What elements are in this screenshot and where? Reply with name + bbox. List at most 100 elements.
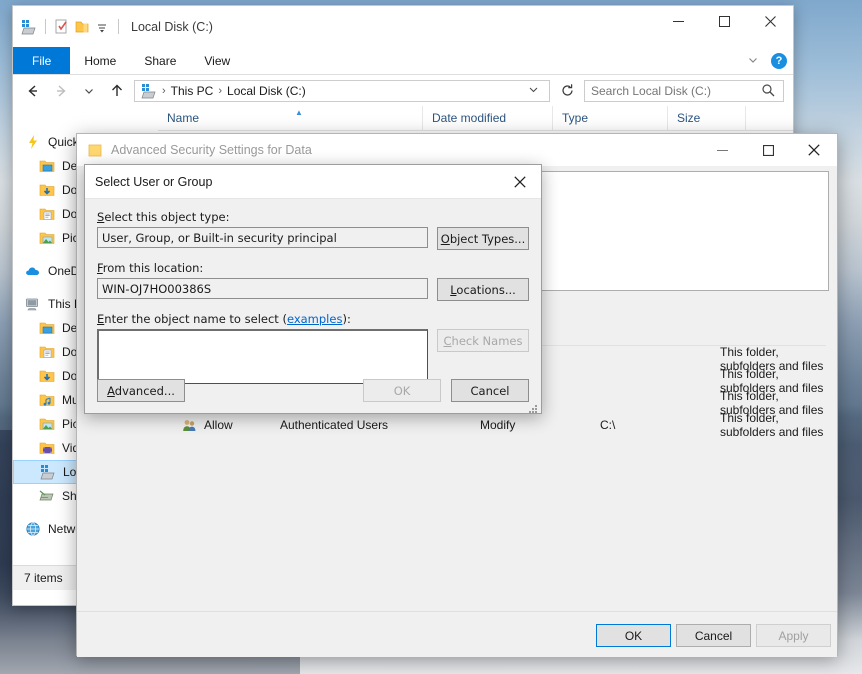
folder-icon (87, 142, 103, 158)
ribbon-right-controls: ? (746, 47, 787, 75)
select-user-dialog-title: Select User or Group (95, 174, 213, 189)
local-disk-icon (141, 83, 157, 99)
downloads-folder-icon (39, 182, 55, 198)
advanced-security-footer: OK Cancel Apply (77, 611, 837, 657)
onedrive-icon (25, 263, 41, 279)
desktop-folder-icon (39, 158, 55, 174)
ok-button[interactable]: OK (596, 624, 671, 647)
users-icon (182, 418, 204, 433)
maximize-button[interactable] (745, 134, 791, 166)
customize-chevron-icon[interactable] (94, 19, 110, 35)
pictures-folder-icon (39, 230, 55, 246)
object-name-row: Check Names (97, 329, 529, 384)
advanced-security-window-controls (699, 134, 837, 166)
refresh-button[interactable] (556, 80, 578, 102)
close-button[interactable] (791, 134, 837, 166)
resize-grip-icon[interactable] (527, 401, 538, 413)
videos-folder-icon (39, 440, 55, 456)
ribbon-tab-home[interactable]: Home (70, 47, 130, 74)
maximize-button[interactable] (701, 6, 747, 37)
music-folder-icon (39, 392, 55, 408)
column-header-date-modified[interactable]: Date modified (423, 105, 553, 131)
breadcrumb-separator-1: › (218, 84, 223, 97)
address-bar-right (527, 83, 545, 99)
ok-label: OK (393, 383, 411, 398)
column-header-name[interactable]: Name (158, 105, 423, 131)
permission-applies-to: This folder, subfolders and files (720, 411, 824, 439)
breadcrumb-separator-0: › (162, 84, 166, 97)
object-name-input[interactable] (97, 329, 428, 384)
toolbar-separator (45, 19, 46, 34)
back-button[interactable] (22, 80, 44, 102)
properties-icon[interactable] (54, 19, 70, 35)
toolbar-separator-2 (118, 19, 119, 34)
search-icon[interactable] (761, 83, 777, 99)
recent-locations-button[interactable] (78, 80, 100, 102)
check-names-button[interactable]: Check Names (437, 329, 529, 352)
file-list-column-headers: Name Date modified Type Size (158, 105, 793, 131)
permission-inherited-from: C:\ (600, 418, 616, 432)
object-types-button[interactable]: Object Types... (437, 227, 529, 250)
apply-label: Apply (778, 628, 809, 643)
ribbon-tab-share[interactable]: Share (130, 47, 190, 74)
permission-entry-row[interactable]: Allow Authenticated Users Modify C:\ This fo… (182, 411, 826, 439)
locations-button[interactable]: Locations... (437, 278, 529, 301)
advanced-security-window-title: Advanced Security Settings for Data (111, 143, 312, 157)
breadcrumb-local-disk[interactable]: Local Disk (C:) (224, 84, 309, 98)
help-icon[interactable]: ? (771, 53, 787, 69)
address-path-bar[interactable]: › This PC › Local Disk (C:) (134, 79, 550, 102)
ribbon-tab-view[interactable]: View (190, 47, 244, 74)
pictures-folder-icon (39, 416, 55, 432)
minimize-button[interactable] (699, 134, 745, 166)
computer-drive-icon[interactable] (21, 19, 37, 35)
close-icon[interactable] (499, 165, 541, 198)
local-disk-icon (40, 464, 56, 480)
cancel-label: Cancel (470, 383, 510, 398)
cancel-button[interactable]: Cancel (676, 624, 751, 647)
search-input[interactable]: Search Local Disk (C:) (584, 79, 784, 102)
forward-button[interactable] (50, 80, 72, 102)
ok-label: OK (624, 628, 643, 643)
explorer-address-bar: › This PC › Local Disk (C:) Search Local… (13, 75, 793, 106)
minimize-button[interactable] (655, 6, 701, 37)
permission-access: Modify (480, 418, 516, 432)
explorer-ribbon-tabs: File Home Share View ? (13, 47, 793, 75)
column-header-size[interactable]: Size (668, 105, 746, 131)
object-type-row: User, Group, or Built-in security princi… (97, 227, 529, 250)
explorer-title-bar: Local Disk (C:) (13, 6, 793, 47)
new-folder-icon[interactable] (74, 19, 90, 35)
documents-folder-icon (39, 206, 55, 222)
apply-button[interactable]: Apply (756, 624, 831, 647)
up-button[interactable] (106, 80, 128, 102)
explorer-window-title: Local Disk (C:) (131, 19, 213, 34)
advanced-security-title-bar: Advanced Security Settings for Data (77, 134, 837, 166)
select-user-or-group-dialog: Select User or Group Select this object … (84, 164, 542, 414)
object-name-label: Enter the object name to select (example… (97, 312, 351, 326)
quick-access-toolbar (21, 19, 123, 35)
shared-drive-icon (39, 488, 55, 504)
ribbon-tab-file[interactable]: File (13, 47, 71, 74)
item-count: 7 items (24, 571, 63, 585)
address-dropdown-icon[interactable] (527, 83, 543, 99)
examples-link[interactable]: examples (287, 312, 343, 326)
cancel-button[interactable]: Cancel (451, 379, 529, 402)
desktop-folder-icon (39, 320, 55, 336)
this-pc-icon (25, 296, 41, 312)
from-location-row: WIN-OJ7HO00386S Locations... (97, 278, 529, 301)
cancel-label: Cancel (694, 628, 733, 643)
quick-access-icon (25, 134, 41, 150)
select-user-dialog-body: Select this object type: User, Group, or… (85, 199, 541, 414)
chevron-down-icon[interactable] (746, 53, 762, 69)
sort-ascending-icon: ▲ (295, 108, 303, 117)
permission-principal: Authenticated Users (280, 418, 389, 432)
select-user-title-bar: Select User or Group (85, 165, 541, 199)
network-icon (25, 521, 41, 537)
object-type-field[interactable]: User, Group, or Built-in security princi… (97, 227, 428, 248)
breadcrumb-this-pc[interactable]: This PC (168, 84, 217, 98)
documents-folder-icon (39, 344, 55, 360)
ok-button[interactable]: OK (363, 379, 441, 402)
close-button[interactable] (747, 6, 793, 37)
from-location-field[interactable]: WIN-OJ7HO00386S (97, 278, 428, 299)
advanced-button[interactable]: Advanced... (97, 379, 185, 402)
column-header-type[interactable]: Type (553, 105, 668, 131)
